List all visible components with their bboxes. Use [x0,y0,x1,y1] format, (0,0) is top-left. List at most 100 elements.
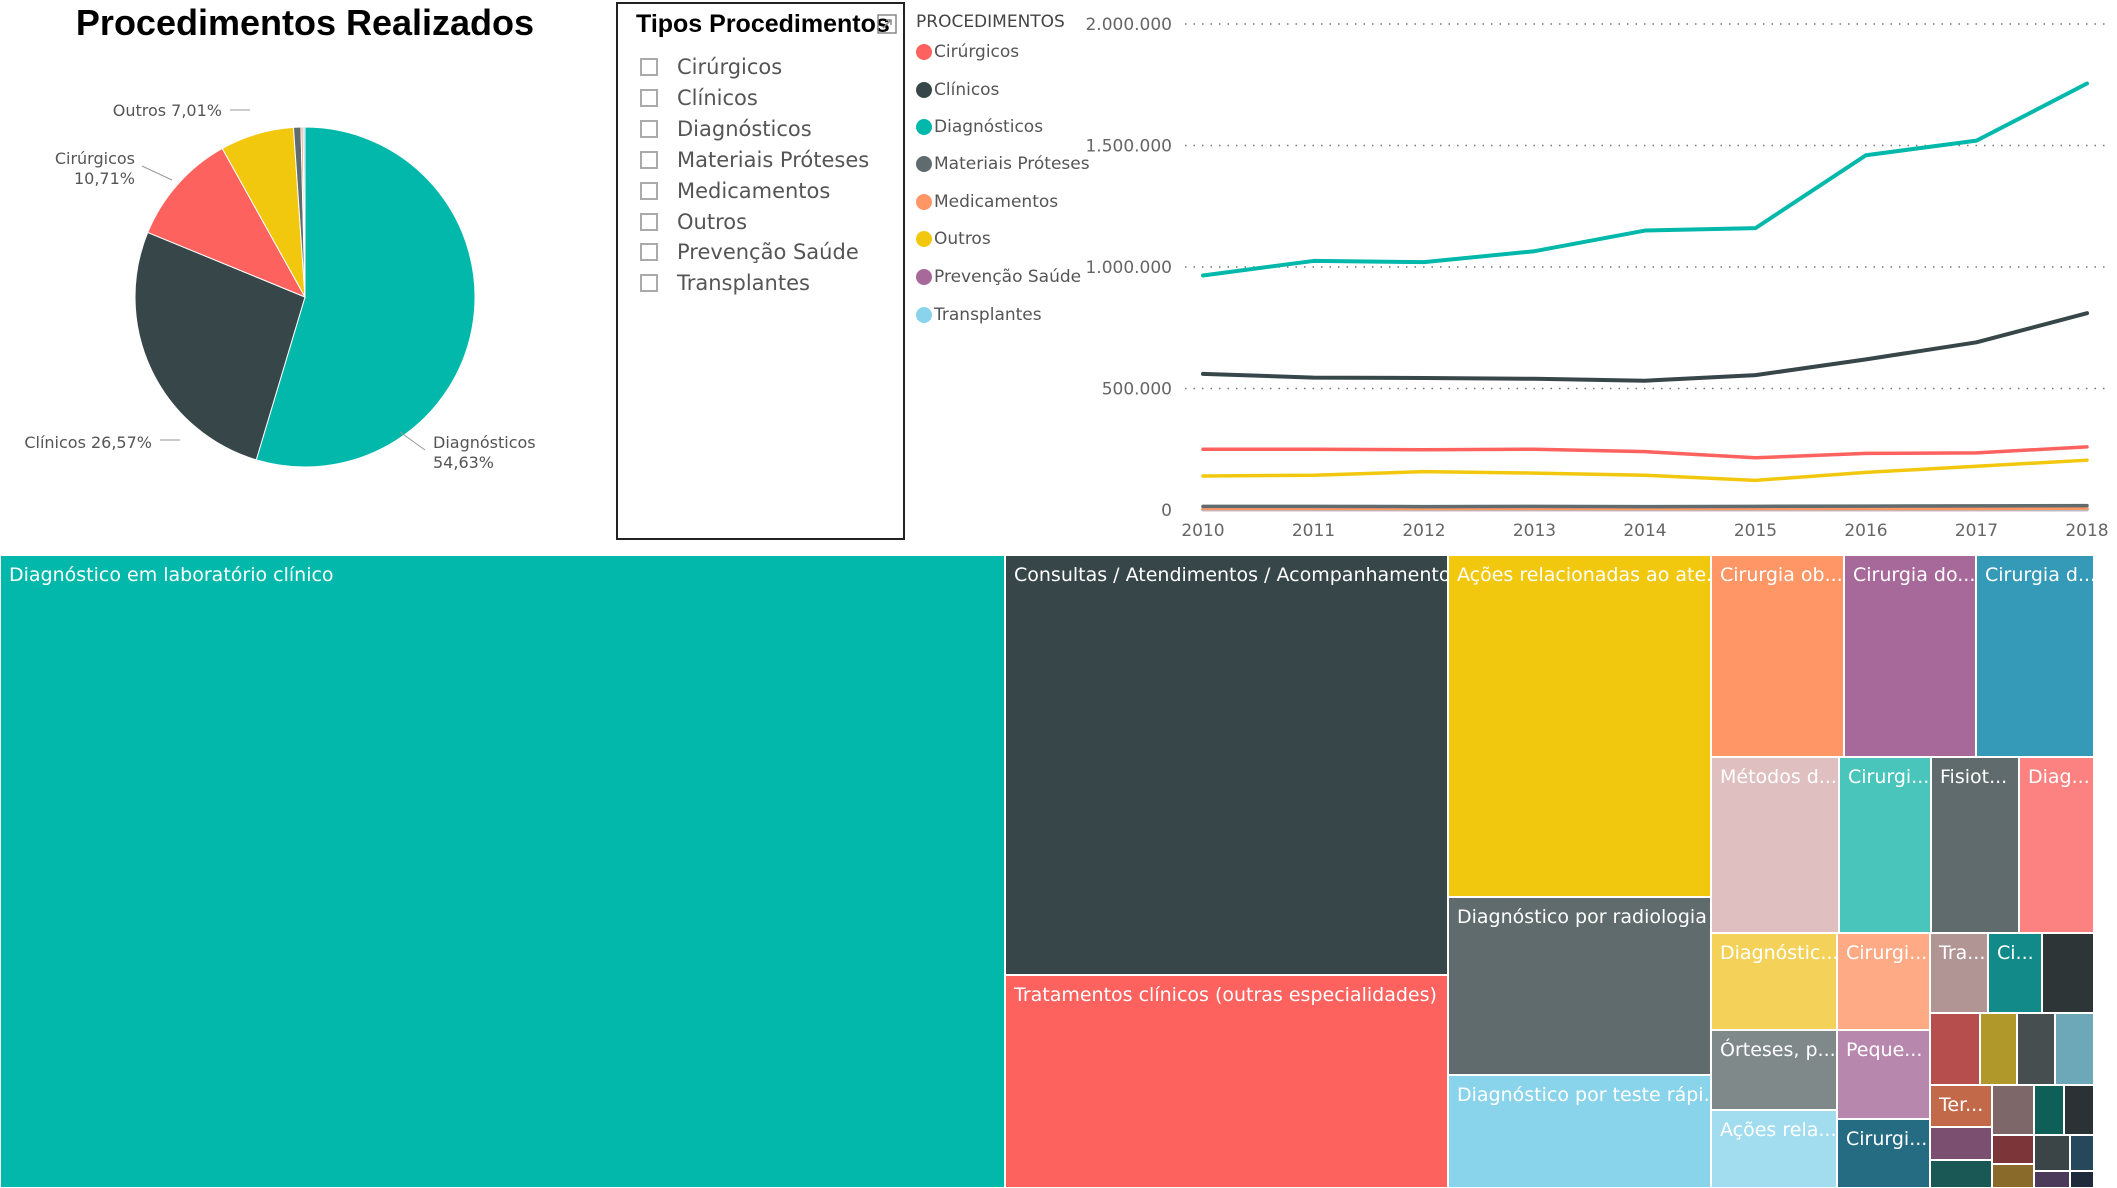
pie-leader-line [141,165,173,181]
treemap-tile[interactable] [2034,1171,2070,1188]
treemap-tile[interactable]: Ações rela... [1711,1110,1837,1188]
slicer-item-prevencao-saude[interactable]: Prevenção Saúde [640,237,859,267]
treemap-tile[interactable] [2042,933,2094,1013]
treemap-tile-label: Diagnóstico em laboratório clínico [9,564,334,586]
treemap-tile[interactable]: Órteses, p... [1711,1030,1837,1110]
treemap-tile[interactable] [1930,1013,1980,1085]
x-tick-label: 2010 [1181,521,1224,541]
treemap-tile[interactable] [2055,1013,2094,1085]
line-series-materiais-proteses[interactable] [1201,503,2089,509]
legend-item-transplantes[interactable]: Transplantes [916,302,1042,328]
treemap-tile[interactable]: Cirurgia ob... [1711,555,1844,757]
line-series-clinicos[interactable] [1201,311,2089,383]
checkbox[interactable] [640,120,658,138]
legend-item-clinicos[interactable]: Clínicos [916,77,999,103]
checkbox[interactable] [640,58,658,76]
slicer-item-materiais-proteses[interactable]: Materiais Próteses [640,145,869,175]
treemap-tile[interactable]: Diagnóstico em laboratório clínico [0,555,1005,1188]
treemap-tile[interactable]: Ações relacionadas ao ate... [1448,555,1711,897]
treemap-tile[interactable]: Tra... [1930,933,1988,1013]
legend-item-prevencao-saude[interactable]: Prevenção Saúde [916,264,1081,290]
slicer-item-transplantes[interactable]: Transplantes [640,268,810,298]
treemap-tile-label: Ações rela... [1720,1119,1837,1141]
y-tick-label: 1.000.000 [1085,258,1172,278]
treemap-tile[interactable]: Ci... [1988,933,2042,1013]
treemap-tile[interactable] [2064,1085,2094,1135]
legend-label: Outros [934,229,991,249]
treemap-tile[interactable] [1930,1160,1992,1188]
treemap-tile-label: Fisiot... [1940,766,2008,788]
treemap-tile[interactable]: Diagnóstico por radiologia [1448,897,1711,1075]
treemap-tile-label: Diagnóstico por teste rápi... [1457,1084,1711,1106]
expand-icon[interactable] [877,14,897,34]
x-tick-label: 2017 [1955,521,1998,541]
legend-label: Materiais Próteses [934,154,1090,174]
treemap-tile-label: Cirurgia d... [1985,564,2094,586]
checkbox[interactable] [640,243,658,261]
y-tick-label: 2.000.000 [1085,15,1172,35]
x-tick-label: 2011 [1292,521,1335,541]
treemap-tile-label: Cirurgi... [1846,942,1928,964]
treemap-tile[interactable] [1930,1127,1992,1160]
legend-marker [916,269,932,285]
slicer-item-clinicos[interactable]: Clínicos [640,83,758,113]
checkbox[interactable] [640,89,658,107]
legend-marker [916,82,932,98]
x-tick-label: 2012 [1402,521,1445,541]
treemap-tile[interactable]: Fisiot... [1931,757,2019,933]
slicer-item-label: Cirúrgicos [677,55,783,79]
treemap-tile[interactable]: Cirurgi... [1839,757,1931,933]
treemap-tile[interactable] [2070,1135,2094,1171]
treemap-tile[interactable] [1992,1164,2034,1188]
checkbox[interactable] [640,274,658,292]
treemap-tile[interactable]: Tratamentos clínicos (outras especialida… [1005,975,1448,1188]
treemap-tile[interactable]: Ter... [1930,1085,1992,1127]
treemap-tile-label: Tratamentos clínicos (outras especialida… [1014,984,1437,1006]
treemap-tile-label: Tra... [1939,942,1986,964]
checkbox[interactable] [640,182,658,200]
slicer-item-label: Medicamentos [677,179,831,203]
legend-item-cirurgicos[interactable]: Cirúrgicos [916,39,1019,65]
treemap-tile[interactable] [2034,1135,2070,1171]
legend-item-diagnosticos[interactable]: Diagnósticos [916,114,1043,140]
slicer-item-medicamentos[interactable]: Medicamentos [640,176,830,206]
treemap-tile[interactable]: Cirurgi... [1837,1119,1930,1188]
line-series-outros[interactable] [1201,458,2089,483]
slicer-item-outros[interactable]: Outros [640,207,747,237]
treemap-tile[interactable]: Peque... [1837,1030,1930,1119]
treemap-tile-label: Métodos d... [1720,766,1837,788]
treemap-tile[interactable]: Diagnóstico por teste rápi... [1448,1075,1711,1188]
legend-item-medicamentos[interactable]: Medicamentos [916,189,1058,215]
legend-marker [916,156,932,172]
treemap-tile[interactable]: Diagnóstic... [1711,933,1837,1030]
pie-data-label: Clínicos 26,57% [24,433,152,452]
treemap-tile-label: Diag... [2028,766,2090,788]
treemap-chart: Diagnóstico em laboratório clínico Consul… [0,555,2117,1188]
y-tick-label: 500.000 [1102,380,1172,400]
treemap-tile[interactable] [1992,1085,2034,1135]
checkbox[interactable] [640,151,658,169]
legend-marker [916,231,932,247]
treemap-tile[interactable]: Consultas / Atendimentos / Acompanhament… [1005,555,1448,975]
line-series-diagnosticos[interactable] [1201,81,2089,278]
treemap-tile[interactable] [2017,1013,2055,1085]
x-tick-label: 2014 [1623,521,1666,541]
slicer-item-diagnosticos[interactable]: Diagnósticos [640,114,812,144]
legend-item-outros[interactable]: Outros [916,226,991,252]
treemap-tile[interactable] [2070,1171,2094,1188]
legend-item-materiais-proteses[interactable]: Materiais Próteses [916,151,1090,177]
treemap-tile[interactable]: Cirurgia d... [1976,555,2094,757]
checkbox[interactable] [640,213,658,231]
slicer-item-cirurgicos[interactable]: Cirúrgicos [640,52,782,82]
treemap-tile[interactable] [1980,1013,2017,1085]
line-series-cirurgicos[interactable] [1201,445,2089,460]
legend-title: PROCEDIMENTOS [916,12,1065,32]
treemap-tile[interactable]: Cirurgia do... [1844,555,1976,757]
treemap-tile[interactable] [1992,1135,2034,1164]
treemap-tile-label: Cirurgia ob... [1720,564,1843,586]
treemap-tile[interactable] [2034,1085,2064,1135]
treemap-tile[interactable]: Métodos d... [1711,757,1839,933]
treemap-tile[interactable]: Cirurgi... [1837,933,1930,1030]
treemap-tile[interactable]: Diag... [2019,757,2094,933]
slicer-item-label: Materiais Próteses [677,148,870,172]
